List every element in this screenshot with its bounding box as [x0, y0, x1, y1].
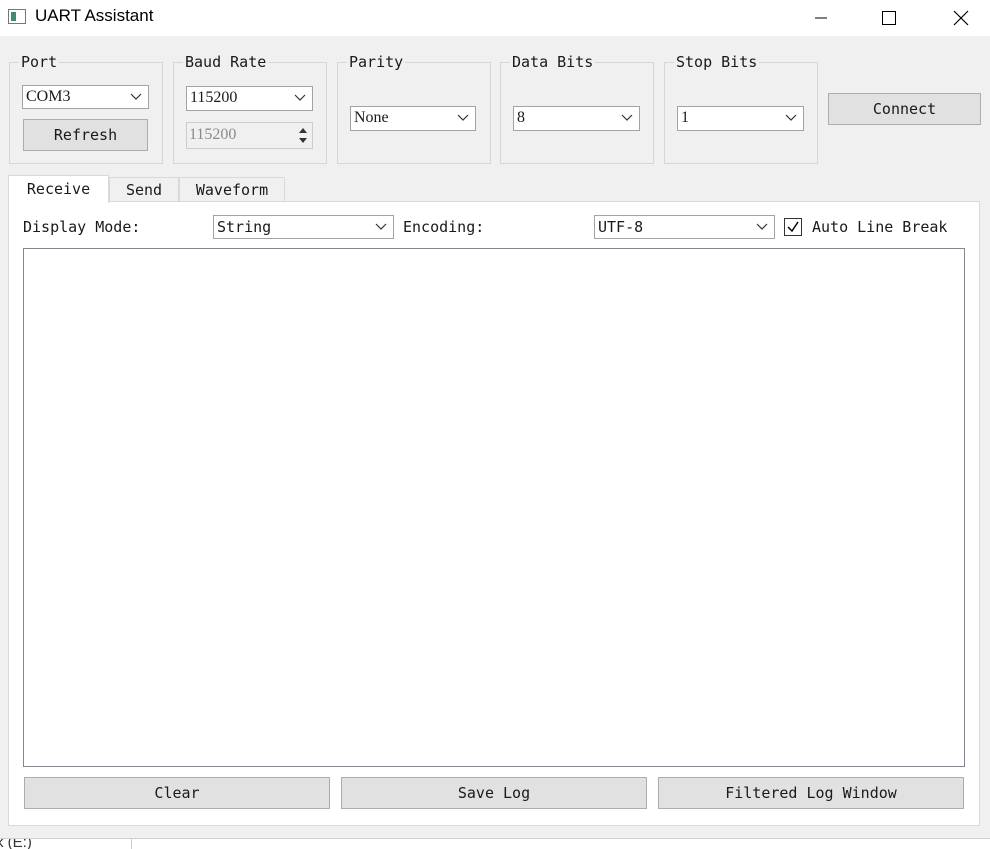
title-bar[interactable]: UART Assistant	[0, 0, 990, 36]
close-button[interactable]	[938, 0, 984, 36]
custom-baud-spinbox[interactable]: 115200	[186, 122, 313, 149]
uart-assistant-window: UART Assistant Port COM3 Refresh Baud Ra…	[0, 0, 990, 849]
tab-waveform[interactable]: Waveform	[179, 177, 285, 203]
filtered-log-window-button[interactable]: Filtered Log Window	[658, 777, 964, 809]
chevron-down-icon	[375, 223, 387, 230]
tab-send[interactable]: Send	[109, 177, 179, 203]
background-drive-label: k (E:)	[0, 838, 32, 849]
window-title: UART Assistant	[35, 6, 154, 25]
data-bits-select[interactable]: 8	[513, 106, 640, 131]
data-bits-select-value: 8	[517, 109, 525, 126]
chevron-down-icon	[294, 94, 306, 101]
baud-rate-group-title: Baud Rate	[183, 53, 269, 71]
connect-button[interactable]: Connect	[828, 93, 981, 125]
stop-bits-select[interactable]: 1	[677, 106, 804, 131]
background-window-edge: k (E:)	[0, 838, 990, 849]
save-log-button[interactable]: Save Log	[341, 777, 647, 809]
chevron-down-icon	[621, 114, 633, 121]
maximize-icon	[882, 11, 896, 25]
stop-bits-group-title: Stop Bits	[674, 53, 760, 71]
parity-select[interactable]: None	[350, 106, 476, 131]
receive-output-area[interactable]	[23, 248, 965, 767]
custom-baud-value: 115200	[189, 126, 237, 143]
display-mode-select[interactable]: String	[213, 215, 394, 239]
port-group-title: Port	[19, 53, 60, 71]
display-mode-label: Display Mode:	[23, 218, 141, 236]
close-icon	[953, 10, 969, 26]
baud-rate-select-value: 115200	[190, 89, 238, 106]
refresh-button[interactable]: Refresh	[23, 119, 148, 151]
chevron-down-icon	[457, 114, 469, 121]
chevron-down-icon	[785, 114, 797, 121]
port-select[interactable]: COM3	[22, 85, 149, 109]
chevron-down-icon	[130, 93, 142, 100]
baud-rate-select[interactable]: 115200	[186, 86, 313, 111]
minimize-button[interactable]	[798, 0, 844, 36]
chevron-down-icon	[756, 223, 768, 230]
maximize-button[interactable]	[866, 0, 912, 36]
auto-line-break-label[interactable]: Auto Line Break	[812, 218, 947, 236]
stop-bits-select-value: 1	[681, 109, 689, 126]
background-divider	[131, 839, 132, 849]
checkmark-icon	[787, 221, 799, 233]
encoding-label: Encoding:	[403, 218, 485, 236]
clear-button[interactable]: Clear	[24, 777, 330, 809]
encoding-select[interactable]: UTF-8	[594, 215, 775, 239]
arrow-up-icon[interactable]	[297, 125, 309, 135]
parity-select-value: None	[354, 109, 389, 126]
minimize-icon	[815, 17, 827, 19]
data-bits-group-title: Data Bits	[510, 53, 596, 71]
arrow-down-icon[interactable]	[297, 136, 309, 146]
auto-line-break-checkbox[interactable]	[784, 218, 802, 236]
port-select-value: COM3	[26, 88, 71, 105]
display-mode-value: String	[217, 218, 272, 236]
encoding-value: UTF-8	[598, 218, 644, 236]
app-window-icon	[8, 9, 26, 24]
tab-receive[interactable]: Receive	[8, 175, 109, 203]
parity-group-title: Parity	[347, 53, 406, 71]
